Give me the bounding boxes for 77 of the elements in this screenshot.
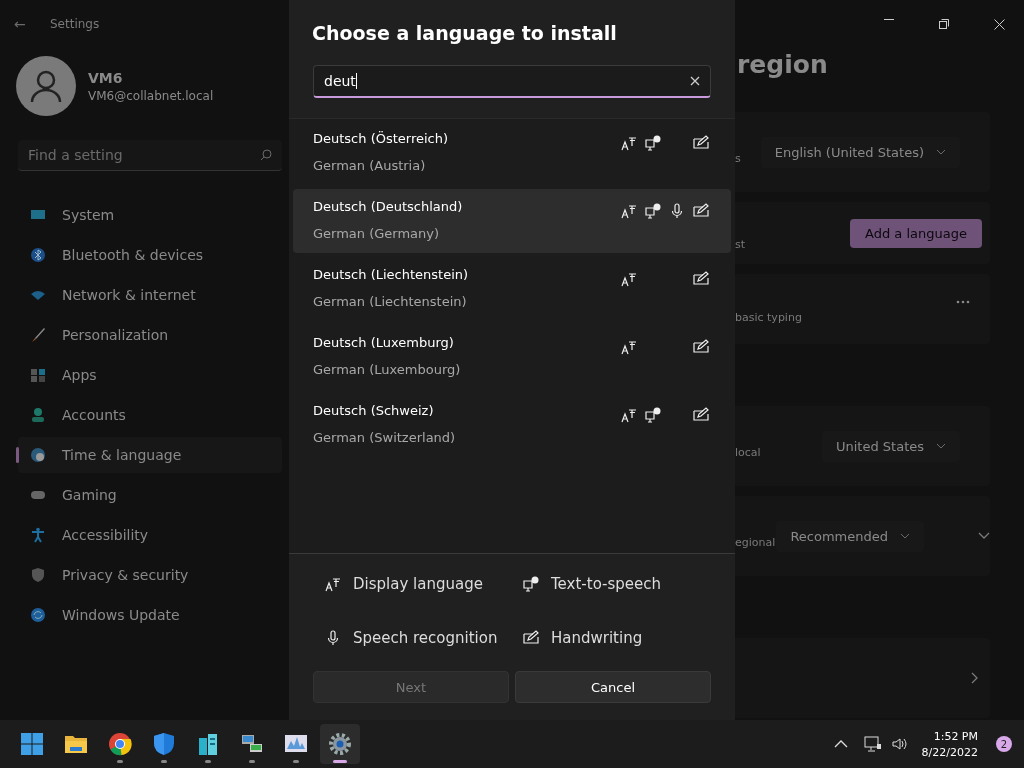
setting-label: local	[735, 444, 762, 459]
clock-date[interactable]: 8/22/2022	[921, 745, 978, 759]
notification-badge[interactable]: 2	[996, 736, 1012, 752]
more-icon[interactable]	[956, 300, 970, 304]
add-language-button[interactable]: Add a language	[850, 218, 982, 248]
dialog-title: Choose a language to install	[312, 22, 618, 46]
buildings-icon[interactable]	[196, 732, 220, 756]
nav-item[interactable]: Accessibility	[18, 517, 282, 553]
browser-icon[interactable]	[108, 732, 132, 756]
start-icon[interactable]	[20, 732, 44, 756]
running-indicator	[117, 760, 123, 763]
dialog-button[interactable]: Cancel	[515, 671, 711, 703]
network-icon[interactable]	[863, 736, 882, 752]
display-language-icon	[325, 575, 341, 592]
expand-icon[interactable]	[978, 532, 990, 540]
page-title: region	[737, 50, 829, 81]
running-indicator	[293, 760, 299, 763]
chevron-right-icon	[971, 672, 978, 684]
running-indicator	[249, 760, 255, 763]
legend-label: Handwriting	[551, 629, 643, 648]
nav-item[interactable]: Accounts	[18, 397, 282, 433]
bluetooth-icon	[30, 247, 46, 263]
running-indicator	[161, 760, 167, 763]
nav-item[interactable]: System	[18, 197, 282, 233]
language-item[interactable]: Deutsch (Deutschland) German (Germany)	[293, 189, 731, 253]
nav-item[interactable]: Windows Update	[18, 597, 282, 633]
search-field[interactable]: deut	[313, 65, 711, 98]
legend-label: Speech recognition	[353, 629, 498, 648]
legend-label: Text-to-speech	[551, 574, 662, 593]
brush-icon	[30, 327, 46, 343]
microphone-icon	[325, 630, 341, 647]
language-item[interactable]: Deutsch (Luxemburg) German (Luxembourg)	[293, 325, 731, 389]
user-email: VM6@collabnet.local	[88, 88, 214, 103]
close-icon[interactable]	[994, 18, 1005, 30]
nav-item[interactable]: Apps	[18, 357, 282, 393]
chevron-up-icon[interactable]	[833, 740, 848, 748]
nav-item[interactable]: Gaming	[18, 477, 282, 513]
search-icon	[260, 149, 272, 161]
running-indicator	[205, 760, 211, 763]
search-field[interactable]: Find a setting	[18, 140, 282, 171]
chevron-down-icon	[936, 443, 946, 449]
setting-label: egional	[735, 534, 777, 549]
nav-item[interactable]: Privacy & security	[18, 557, 282, 593]
settings-icon[interactable]	[328, 732, 352, 756]
accessibility-icon	[30, 527, 46, 543]
text-to-speech-icon	[523, 575, 539, 592]
person-icon	[30, 407, 46, 423]
chevron-down-icon	[900, 533, 910, 539]
clock-time[interactable]: 1:52 PM	[933, 729, 978, 743]
avatar	[16, 56, 76, 116]
nav-item[interactable]: Bluetooth & devices	[18, 237, 282, 273]
setting-label: st	[735, 236, 747, 251]
language-item[interactable]: Deutsch (Schweiz) German (Switzerland)	[293, 393, 731, 457]
apps-icon	[30, 367, 46, 383]
chevron-down-icon	[936, 149, 946, 155]
clear-icon[interactable]	[690, 76, 700, 86]
globe-clock-icon	[30, 447, 46, 463]
nav-item[interactable]: Personalization	[18, 317, 282, 353]
back-button[interactable]: ←	[14, 16, 34, 32]
user-name: VM6	[88, 69, 124, 86]
update-icon	[30, 607, 46, 623]
nav-item[interactable]: Network & internet	[18, 277, 282, 313]
handwriting-icon	[523, 630, 539, 647]
volume-icon[interactable]	[891, 737, 908, 751]
restore-icon[interactable]	[939, 18, 949, 29]
language-item[interactable]: Deutsch (Liechtenstein) German (Liechtenstein)	[293, 257, 731, 321]
nav-item[interactable]: Time & language	[18, 437, 282, 473]
selection-indicator	[16, 447, 19, 463]
setting-label: s	[735, 150, 742, 165]
window-title: Settings	[50, 17, 100, 31]
shield-icon[interactable]	[152, 732, 176, 756]
running-indicator	[333, 760, 347, 763]
language-item[interactable]: Deutsch (Österreich) German (Austria)	[293, 121, 731, 185]
legend-label: Display language	[353, 574, 483, 593]
shield-icon	[30, 567, 46, 583]
minimize-icon[interactable]	[884, 18, 894, 20]
setting-label: basic typing	[735, 309, 803, 324]
